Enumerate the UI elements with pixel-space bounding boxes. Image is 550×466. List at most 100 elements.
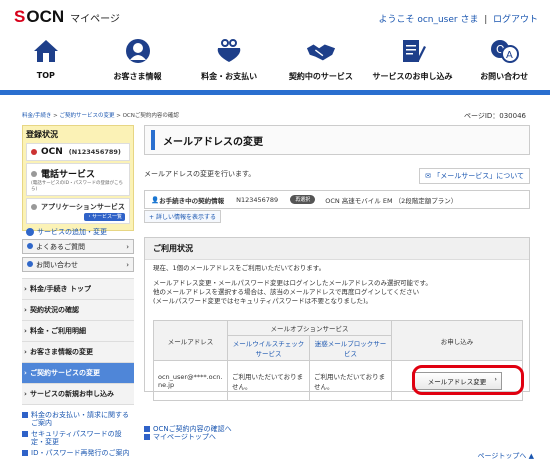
user-icon xyxy=(123,38,153,64)
gnav-top-label: TOP xyxy=(36,71,55,80)
home-icon xyxy=(31,38,61,64)
ocn-contract-link[interactable]: OCNご契約内容の確認へ xyxy=(144,425,232,433)
menu-item-billing-top[interactable]: 料金/手続き トップ xyxy=(22,279,134,300)
gnav-top[interactable]: TOP xyxy=(0,34,92,88)
show-details-label: 詳しい情報を表示する xyxy=(155,214,216,221)
arrow-circle-icon xyxy=(26,228,34,236)
reg-phone[interactable]: 電話サービス (電話サービスのID・パスワードの登録がこちら) xyxy=(26,163,130,196)
menu-item-contract-status[interactable]: 契約状況の確認 xyxy=(22,300,134,321)
sidebar-links: 料金のお支払い・請求に関するご案内 セキュリティパスワードの設定・変更 ID・パ… xyxy=(22,411,134,457)
usage-text: 現在、1個のメールアドレスをご利用いただいております。 メールアドレス変更・メー… xyxy=(145,260,529,310)
mypage-top-label: マイページトップへ xyxy=(153,433,216,441)
service-add-change-label: サービスの追加・変更 xyxy=(37,228,107,236)
service-list-button[interactable]: ・サービス一覧 xyxy=(83,213,125,221)
reg-app[interactable]: アプリケーションサービス ・サービス一覧 xyxy=(26,198,130,224)
info-icon xyxy=(27,260,33,267)
main-content: メールアドレスの変更 メールアドレスの変更を行います。 ✉ 「メールサービス」に… xyxy=(144,125,530,455)
logo-mark: S xyxy=(14,7,25,26)
block-status-cell: ご利用いただいておりません。 xyxy=(309,360,392,401)
title-accent xyxy=(151,130,155,150)
status-dot-icon xyxy=(31,170,37,177)
service-add-change-link[interactable]: サービスの追加・変更 xyxy=(26,227,130,237)
usage-text-4: (メールパスワード変更ではセキュリティパスワードは不要となりました)。 xyxy=(153,297,372,305)
gnav-inquiry[interactable]: QA お問い合わせ xyxy=(458,34,550,88)
breadcrumb: 料金/手続き > ご契約サービスの変更 > OCNご契約内容の確認 xyxy=(22,111,179,119)
mail-service-label: 「メールサービス」について xyxy=(433,172,524,180)
gnav-customer[interactable]: お客さま情報 xyxy=(92,34,184,88)
gnav-apply-label: サービスのお申し込み xyxy=(372,72,453,81)
page-id: ページID：030046 xyxy=(463,112,526,120)
sidebar: 登録状況 OCN (N123456789) 電話サービス (電話サービスのID・… xyxy=(22,125,134,457)
faq-button[interactable]: よくあるご質問 › xyxy=(22,239,134,254)
gnav-billing[interactable]: 料金・お支払い xyxy=(183,34,275,88)
gnav-contract[interactable]: 契約中のサービス xyxy=(275,34,367,88)
usage-text-1: 現在、1個のメールアドレスをご利用いただいております。 xyxy=(153,264,326,272)
contact-button[interactable]: お問い合わせ › xyxy=(22,257,134,272)
usage-title: ご利用状況 xyxy=(145,238,529,260)
reg-ocn-label: OCN xyxy=(41,147,63,157)
reg-phone-sub: (電話サービスのID・パスワードの登録がこちら) xyxy=(31,181,124,192)
question-icon xyxy=(27,242,33,249)
chevron-right-icon: › xyxy=(126,242,129,251)
logo-title: マイページ xyxy=(70,13,120,25)
mail-icon: ✉ xyxy=(425,172,434,180)
person-icon: 👤 xyxy=(151,195,160,204)
col-block-header[interactable]: 迷惑メールブロックサービス xyxy=(309,335,392,361)
show-details-link[interactable]: + 詳しい情報を表示する xyxy=(144,210,221,223)
breadcrumb-billing[interactable]: 料金/手続き xyxy=(22,113,51,119)
breadcrumb-sep: > xyxy=(53,113,58,119)
reg-phone-label: 電話サービス xyxy=(41,170,96,180)
reg-ocn[interactable]: OCN (N123456789) xyxy=(26,143,130,161)
square-bullet-icon xyxy=(22,431,28,437)
nav-divider xyxy=(0,90,550,95)
gnav-customer-label: お客さま情報 xyxy=(113,72,162,81)
menu-item-customer-change[interactable]: お客さま情報の変更 xyxy=(22,342,134,363)
mail-address-cell: ocn_user@****.ocn.ne.jp xyxy=(153,360,228,401)
gnav-inquiry-label: お問い合わせ xyxy=(480,72,529,81)
menu-item-usage[interactable]: 料金・ご利用明細 xyxy=(22,321,134,342)
registration-status: 登録状況 OCN (N123456789) 電話サービス (電話サービスのID・… xyxy=(22,125,134,236)
page-top-link[interactable]: ページトップへ ▲ xyxy=(478,451,535,461)
welcome-text: ようこそ ocn_user さま xyxy=(378,15,479,25)
breadcrumb-sep: > xyxy=(116,113,121,119)
col-mail-header: メールアドレス xyxy=(153,320,228,361)
col-option-header: メールオプションサービス xyxy=(227,320,392,336)
contract-info: 👤 お手続き中の契約情報 N123456789 再選択 OCN 高速モバイル E… xyxy=(144,190,530,209)
arrow-up-icon: ▲ xyxy=(528,452,534,460)
gnav-contract-label: 契約中のサービス xyxy=(288,72,353,81)
reselect-button[interactable]: 再選択 xyxy=(290,195,316,204)
page-title-box: メールアドレスの変更 xyxy=(144,125,530,155)
contract-plan: OCN 高速モバイル EM （2段階定額プラン） xyxy=(325,196,458,205)
welcome-area: ようこそ ocn_user さま | ログアウト xyxy=(378,12,538,25)
contract-number: N123456789 xyxy=(236,195,279,204)
mypage-top-link[interactable]: マイページトップへ xyxy=(144,433,232,441)
billing-info-label: 料金のお支払い・請求に関するご案内 xyxy=(31,411,129,427)
faq-icon: QA xyxy=(489,38,520,64)
menu-item-service-change[interactable]: ご契約サービスの変更 xyxy=(22,363,134,384)
contract-label: お手続き中の契約情報 xyxy=(159,196,225,205)
mail-service-link[interactable]: ✉ 「メールサービス」について xyxy=(419,168,530,184)
square-bullet-icon xyxy=(144,434,150,440)
square-bullet-icon xyxy=(144,426,150,432)
gnav-billing-label: 料金・お支払い xyxy=(201,72,258,81)
registration-title: 登録状況 xyxy=(26,130,58,139)
square-bullet-icon xyxy=(22,450,28,456)
billing-info-link[interactable]: 料金のお支払い・請求に関するご案内 xyxy=(22,411,134,427)
square-bullet-icon xyxy=(22,412,28,418)
logo-brand: OCN xyxy=(26,7,65,26)
document-icon xyxy=(398,38,428,64)
col-virus-header[interactable]: メールウイルスチェックサービス xyxy=(227,335,310,361)
id-reissue-link[interactable]: ID・パスワード再発行のご案内 xyxy=(22,449,134,457)
page-top-label: ページトップへ xyxy=(477,452,527,460)
security-password-label: セキュリティパスワードの設定・変更 xyxy=(31,430,122,446)
gnav-apply[interactable]: サービスのお申し込み xyxy=(367,34,459,88)
header-separator: | xyxy=(484,15,488,25)
side-menu: 料金/手続き トップ 契約状況の確認 料金・ご利用明細 お客さま情報の変更 ご契… xyxy=(22,278,134,405)
col-apply-header: お申し込み xyxy=(391,320,523,361)
menu-item-new-apply[interactable]: サービスの新規お申し込み xyxy=(22,384,134,405)
logout-link[interactable]: ログアウト xyxy=(493,15,538,25)
security-password-link[interactable]: セキュリティパスワードの設定・変更 xyxy=(22,430,134,446)
breadcrumb-change[interactable]: ご契約サービスの変更 xyxy=(59,113,114,119)
status-dot-icon xyxy=(31,204,37,210)
ocn-logo[interactable]: S OCN マイページ xyxy=(14,7,120,27)
